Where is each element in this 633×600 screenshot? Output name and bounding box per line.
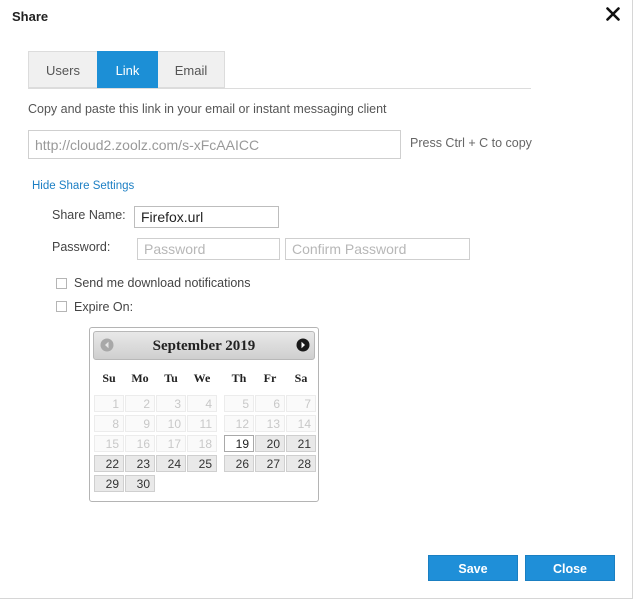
calendar-day[interactable]: 25 bbox=[187, 455, 217, 472]
weekday-fr: Fr bbox=[263, 371, 277, 385]
calendar-day[interactable]: 21 bbox=[286, 435, 316, 452]
calendar-day: 7 bbox=[286, 395, 316, 412]
share-tabs: Users Link Email bbox=[28, 51, 225, 88]
copy-instruction: Copy and paste this link in your email o… bbox=[28, 102, 387, 116]
calendar-day: 10 bbox=[156, 415, 186, 432]
calendar-day[interactable]: 23 bbox=[125, 455, 155, 472]
download-notifications-label: Send me download notifications bbox=[74, 276, 251, 290]
calendar-day: 6 bbox=[255, 395, 285, 412]
calendar-day: 15 bbox=[94, 435, 124, 452]
hide-share-settings-link[interactable]: Hide Share Settings bbox=[32, 180, 134, 192]
weekday-th: Th bbox=[231, 371, 247, 385]
calendar-day: 16 bbox=[125, 435, 155, 452]
close-button[interactable]: Close bbox=[525, 555, 615, 581]
dialog-title: Share bbox=[12, 9, 49, 24]
weekday-mo: Mo bbox=[131, 371, 149, 385]
calendar-day: 14 bbox=[286, 415, 316, 432]
expire-on-label: Expire On: bbox=[74, 300, 134, 314]
calendar-day: 13 bbox=[255, 415, 285, 432]
calendar-day: 1 bbox=[94, 395, 124, 412]
save-button[interactable]: Save bbox=[428, 555, 518, 581]
weekday-su: Su bbox=[102, 371, 116, 385]
calendar-day: 11 bbox=[187, 415, 217, 432]
confirm-password-input[interactable] bbox=[285, 238, 470, 260]
calendar-day[interactable]: 20 bbox=[255, 435, 285, 452]
month-label: September 2019 bbox=[152, 338, 256, 354]
calendar-day[interactable]: 24 bbox=[156, 455, 186, 472]
calendar-day: 2 bbox=[125, 395, 155, 412]
calendar-day[interactable]: 28 bbox=[286, 455, 316, 472]
calendar-day: 3 bbox=[156, 395, 186, 412]
password-label: Password: bbox=[52, 240, 111, 254]
expire-on-checkbox[interactable] bbox=[56, 301, 67, 312]
weekday-sa: Sa bbox=[294, 371, 308, 385]
calendar-day: 17 bbox=[156, 435, 186, 452]
password-input[interactable] bbox=[137, 238, 280, 260]
share-name-label: Share Name: bbox=[52, 208, 126, 222]
weekday-we: We bbox=[193, 371, 211, 385]
calendar-day: 9 bbox=[125, 415, 155, 432]
calendar-day[interactable]: 30 bbox=[125, 475, 155, 492]
tab-link[interactable]: Link bbox=[97, 51, 158, 88]
share-dialog: Share Users Link Email Copy and paste th… bbox=[0, 0, 633, 599]
calendar-day[interactable]: 26 bbox=[224, 455, 254, 472]
next-month-icon[interactable] bbox=[296, 338, 310, 352]
share-name-input[interactable] bbox=[134, 206, 279, 228]
tab-users[interactable]: Users bbox=[28, 51, 97, 88]
tab-email[interactable]: Email bbox=[158, 51, 225, 88]
calendar-day: 18 bbox=[187, 435, 217, 452]
calendar-day[interactable]: 19 bbox=[224, 435, 254, 452]
calendar-day: 4 bbox=[187, 395, 217, 412]
download-notifications-checkbox[interactable] bbox=[56, 278, 67, 289]
date-picker-header: September 2019 bbox=[93, 331, 315, 360]
date-picker: September 2019 Su Mo Tu We Th Fr Sa 1234567891… bbox=[89, 327, 319, 502]
calendar-day: 12 bbox=[224, 415, 254, 432]
close-icon[interactable] bbox=[604, 4, 622, 24]
share-link-input[interactable] bbox=[28, 130, 401, 159]
calendar-day: 5 bbox=[224, 395, 254, 412]
weekday-tu: Tu bbox=[164, 371, 178, 385]
copy-hint: Press Ctrl + C to copy bbox=[410, 136, 532, 150]
calendar-day: 8 bbox=[94, 415, 124, 432]
calendar-day[interactable]: 29 bbox=[94, 475, 124, 492]
tab-divider bbox=[28, 88, 531, 89]
calendar-day[interactable]: 27 bbox=[255, 455, 285, 472]
calendar-day[interactable]: 22 bbox=[94, 455, 124, 472]
